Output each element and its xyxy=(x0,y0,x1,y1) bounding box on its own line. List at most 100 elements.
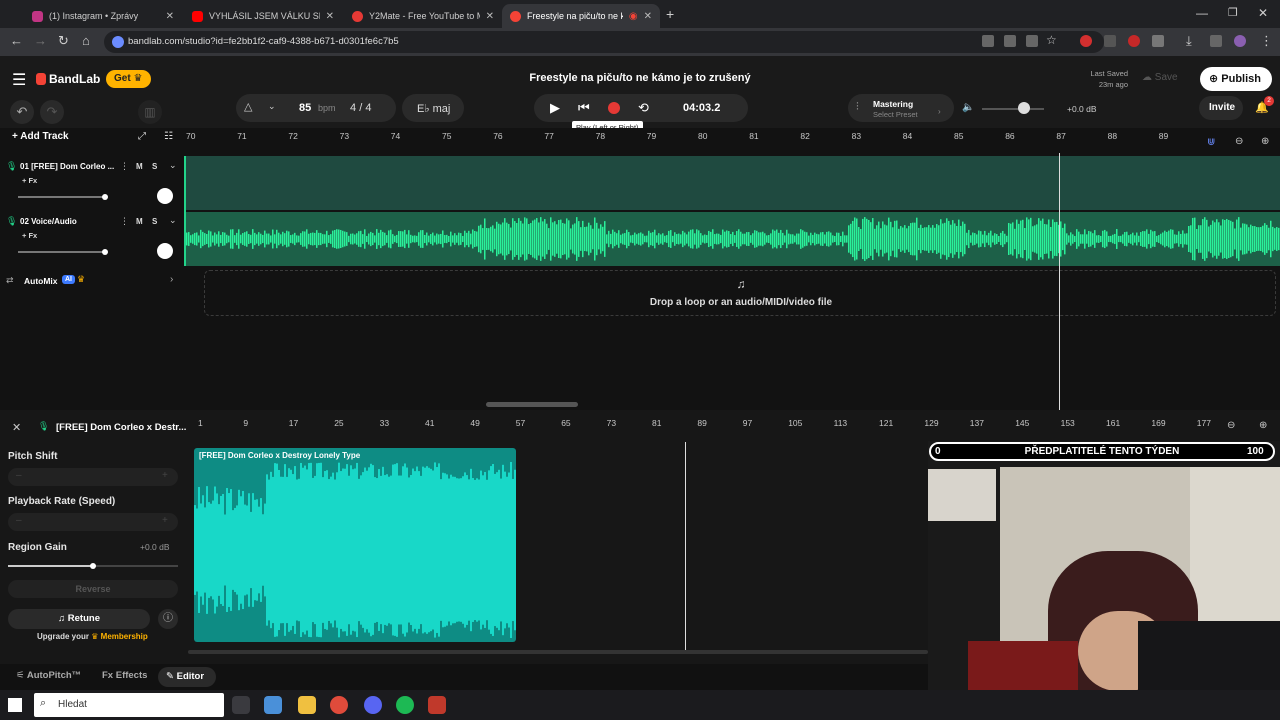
editor-ruler[interactable]: 1 9 17 25 33 41 49 57 65 73 81 89 97 105 113 121 129 137 1… xyxy=(194,410,1224,436)
file-explorer-icon[interactable] xyxy=(298,696,316,714)
tab-effects[interactable]: Fx Effects xyxy=(102,670,147,681)
browser-tab-youtube[interactable]: VYHLÁSIL JSEM VÁLKU SEKTĚ, I ✕ xyxy=(184,4,342,28)
track-header-1[interactable]: 🎙 01 [FREE] Dom Corleo ... ⋮ M S ⌄ + Fx xyxy=(0,156,186,212)
minus-icon[interactable]: – xyxy=(16,470,22,481)
url-field[interactable]: bandlab.com/studio?id=fe2bb1f2-caf9-4388… xyxy=(104,31,1104,53)
close-window-icon[interactable]: ✕ xyxy=(1258,6,1268,20)
chevron-down-icon[interactable]: ⌄ xyxy=(169,215,177,226)
extension-icon[interactable] xyxy=(1104,35,1116,47)
plus-icon[interactable]: + xyxy=(162,470,168,481)
track-volume-slider[interactable] xyxy=(18,196,106,198)
close-editor-icon[interactable]: ✕ xyxy=(12,421,21,434)
extensions-puzzle-icon[interactable] xyxy=(1152,35,1164,47)
home-icon[interactable]: ⌂ xyxy=(82,33,90,48)
taskbar-search-field[interactable]: ⌕ Hledat xyxy=(34,693,224,717)
task-view-icon[interactable] xyxy=(232,696,250,714)
playback-rate-stepper[interactable]: – + xyxy=(8,513,178,531)
zoom-in-icon[interactable]: ⊕ xyxy=(1261,136,1269,147)
solo-button[interactable]: S xyxy=(152,217,157,226)
reading-list-icon[interactable] xyxy=(1210,35,1222,47)
zoom-out-icon[interactable]: ⊖ xyxy=(1227,420,1235,431)
solo-button[interactable]: S xyxy=(152,162,157,171)
mastering-button[interactable]: ⫶ Mastering Select Preset › xyxy=(848,94,954,122)
track-volume-knob[interactable] xyxy=(102,194,108,200)
add-fx-button[interactable]: + Fx xyxy=(22,231,37,240)
spotify-icon[interactable] xyxy=(396,696,414,714)
mute-button[interactable]: M xyxy=(136,217,143,226)
cast-icon[interactable] xyxy=(1026,35,1038,47)
pan-knob[interactable] xyxy=(157,188,173,204)
metronome-icon[interactable]: △ xyxy=(244,100,252,113)
info-icon[interactable]: ⓘ xyxy=(158,609,178,629)
zoom-in-icon[interactable]: ⊕ xyxy=(1259,420,1267,431)
retune-button[interactable]: ♫ Retune xyxy=(8,609,150,629)
track-lane-1[interactable] xyxy=(186,156,1280,210)
automix-row[interactable]: ⇄ AutoMix AI ♛ › xyxy=(0,266,186,294)
extension-red-icon[interactable] xyxy=(1080,35,1092,47)
close-tab-icon[interactable]: ✕ xyxy=(326,11,334,22)
redo-icon[interactable]: ↷ xyxy=(40,100,64,124)
magnet-icon[interactable]: ⋓ xyxy=(1207,137,1215,148)
play-button[interactable]: ▶ xyxy=(550,100,560,116)
loop-icon[interactable]: ⟲ xyxy=(638,100,649,116)
drop-zone[interactable]: ♫ Drop a loop or an audio/MIDI/video fil… xyxy=(204,270,1276,316)
record-button[interactable] xyxy=(608,102,620,114)
time-signature[interactable]: 4 / 4 xyxy=(350,102,371,114)
track-lane-2[interactable] xyxy=(186,212,1280,266)
bookmark-star-icon[interactable]: ☆ xyxy=(1046,33,1057,47)
undo-icon[interactable]: ↶ xyxy=(10,100,34,124)
track-header-2[interactable]: 🎙 02 Voice/Audio ⋮ M S ⌄ + Fx xyxy=(0,211,186,267)
browser-tab-instagram[interactable]: (1) Instagram • Zprávy ✕ xyxy=(24,4,182,28)
screenshot-icon[interactable] xyxy=(1004,35,1016,47)
site-info-icon[interactable] xyxy=(112,36,124,48)
zoom-out-icon[interactable]: ⊖ xyxy=(1235,136,1243,147)
horizontal-scrollbar[interactable] xyxy=(486,402,578,407)
app-icon[interactable] xyxy=(428,696,446,714)
master-volume-slider[interactable] xyxy=(982,108,1044,110)
master-volume-knob[interactable] xyxy=(1018,102,1030,114)
wand-icon[interactable]: ⤢ xyxy=(138,131,146,142)
browser-tab-y2mate[interactable]: Y2Mate - Free YouTube to MP3 ✕ xyxy=(344,4,502,28)
hamburger-menu-icon[interactable]: ☰ xyxy=(12,70,26,90)
close-tab-icon[interactable]: ✕ xyxy=(166,11,174,22)
chrome-icon[interactable] xyxy=(330,696,348,714)
tempo-value[interactable]: 85 xyxy=(299,102,311,114)
save-button[interactable]: ☁ Save xyxy=(1142,72,1178,83)
tab-autopitch[interactable]: ⚟ AutoPitch™ xyxy=(16,670,81,681)
publish-button[interactable]: ⊕ Publish xyxy=(1200,67,1272,91)
plus-icon[interactable]: + xyxy=(162,515,168,526)
chevron-down-icon[interactable]: ⌄ xyxy=(169,160,177,171)
speaker-icon[interactable]: 🔈 xyxy=(962,102,974,113)
reverse-button[interactable]: Reverse xyxy=(8,580,178,598)
restore-icon[interactable]: ❐ xyxy=(1228,6,1238,19)
track-menu-icon[interactable]: ⋮ xyxy=(120,216,129,227)
region-gain-knob[interactable] xyxy=(90,563,96,569)
profile-avatar-icon[interactable] xyxy=(1234,35,1246,47)
extension-record-icon[interactable] xyxy=(1128,35,1140,47)
pan-knob[interactable] xyxy=(157,243,173,259)
key-button[interactable]: E♭ maj xyxy=(402,94,464,122)
audio-clip[interactable]: [FREE] Dom Corleo x Destroy Lonely Type xyxy=(194,448,516,642)
reload-icon[interactable]: ↻ xyxy=(58,33,69,49)
minus-icon[interactable]: – xyxy=(16,515,22,526)
mute-button[interactable]: M xyxy=(136,162,143,171)
get-membership-button[interactable]: Get ♛ xyxy=(106,70,151,88)
track-volume-knob[interactable] xyxy=(102,249,108,255)
back-icon[interactable]: ← xyxy=(10,33,23,48)
add-track-button[interactable]: + Add Track xyxy=(12,131,69,142)
pitch-shift-stepper[interactable]: – + xyxy=(8,468,178,486)
store-icon[interactable] xyxy=(264,696,282,714)
chevron-down-icon[interactable]: ⌄ xyxy=(268,101,276,112)
forward-icon[interactable]: → xyxy=(34,33,47,48)
browser-tab-bandlab[interactable]: Freestyle na piču/to ne kámo ◉ ✕ xyxy=(502,4,660,28)
new-tab-icon[interactable]: + xyxy=(666,6,674,22)
editor-scrollbar[interactable] xyxy=(188,650,928,654)
timeline-ruler[interactable]: 70 71 72 73 74 75 76 77 78 79 80 81 82 83 84 85 86 87 88 89 xyxy=(186,128,1280,146)
add-fx-button[interactable]: + Fx xyxy=(22,176,37,185)
track-settings-icon[interactable]: ☷ xyxy=(164,131,173,142)
discord-icon[interactable] xyxy=(364,696,382,714)
tab-editor[interactable]: ✎ Editor xyxy=(158,667,216,687)
mixer-icon[interactable]: ▥ xyxy=(138,100,162,124)
translate-icon[interactable] xyxy=(982,35,994,47)
minimize-icon[interactable]: — xyxy=(1196,6,1208,20)
